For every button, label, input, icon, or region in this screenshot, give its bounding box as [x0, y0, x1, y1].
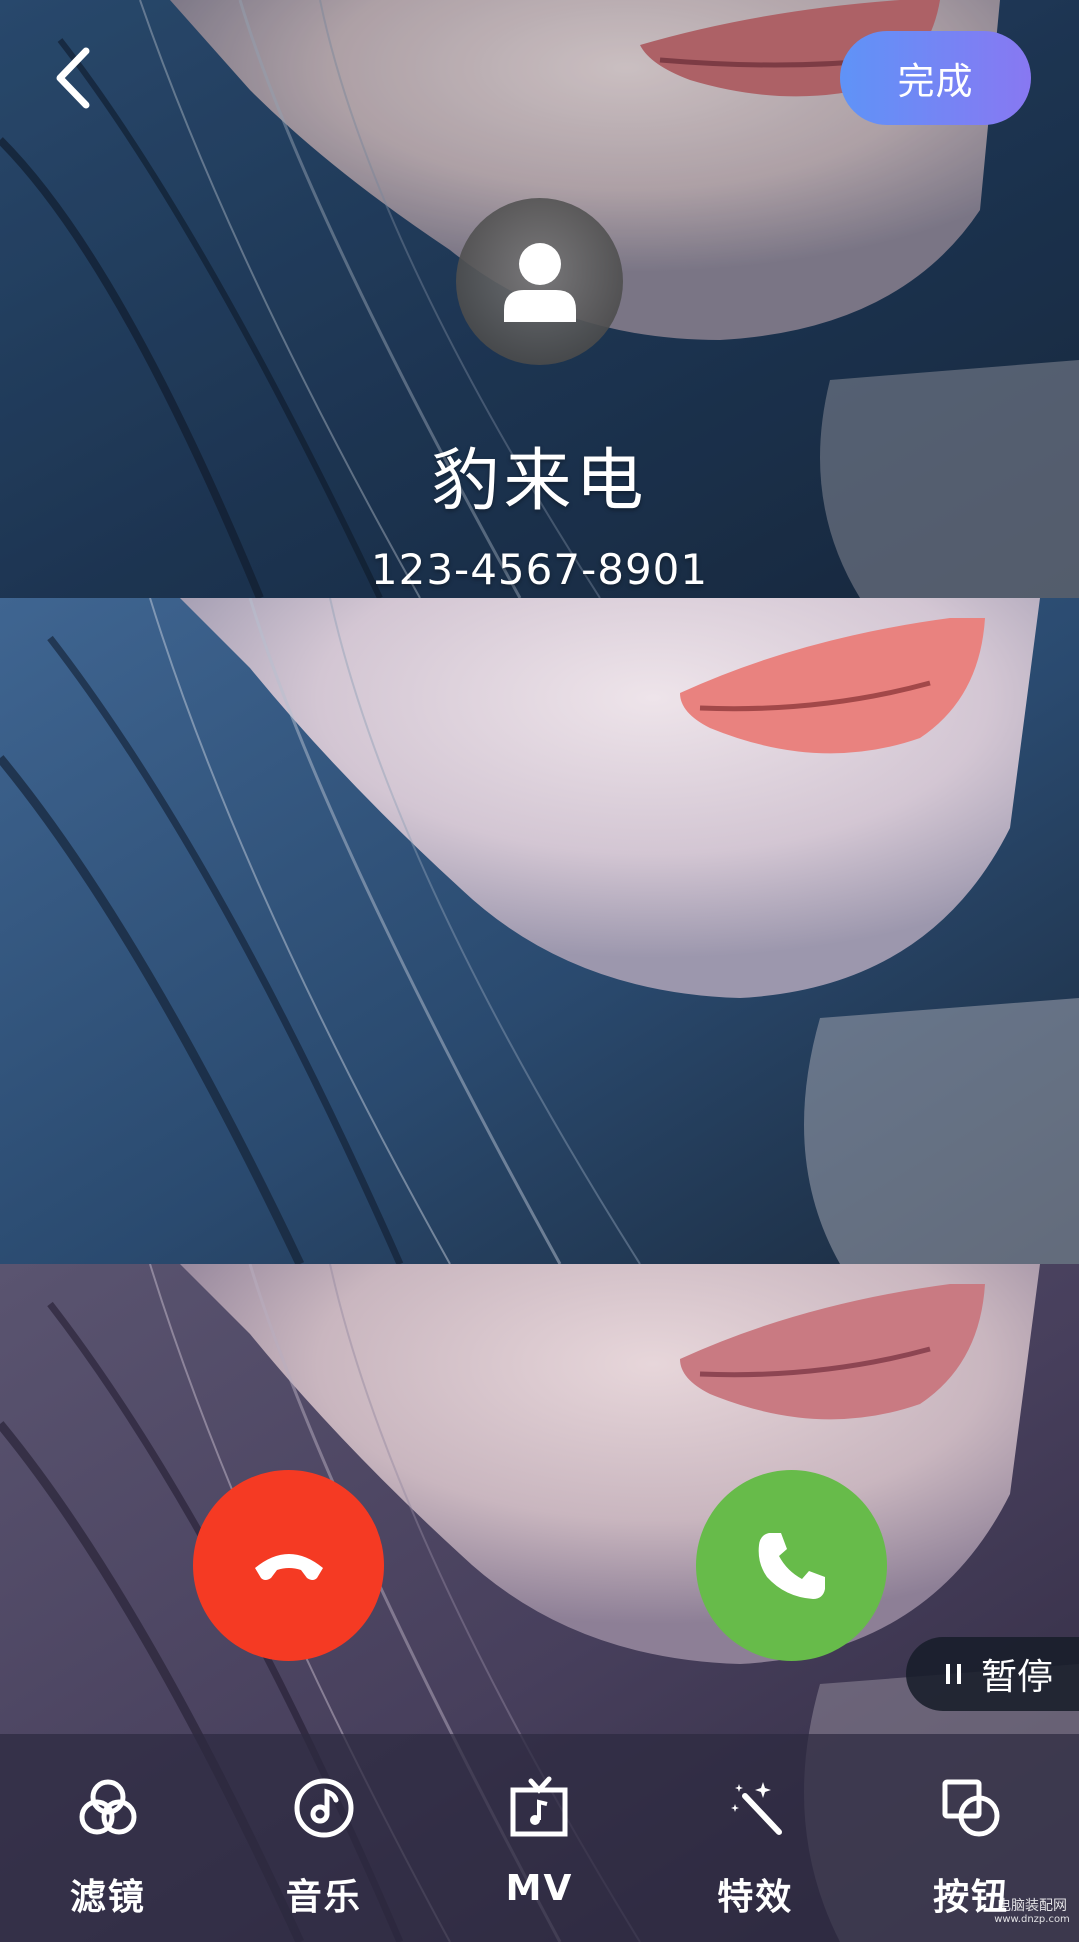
- done-button[interactable]: 完成: [840, 31, 1031, 125]
- caller-avatar: [456, 198, 623, 365]
- chevron-left-icon: [56, 47, 90, 109]
- decline-call-button[interactable]: [193, 1470, 384, 1661]
- back-button[interactable]: [40, 42, 104, 114]
- toolbar-label: 特效: [717, 1877, 794, 1918]
- toolbar-label: 音乐: [285, 1877, 362, 1918]
- bottom-toolbar: 滤镜 音乐 MV 特效 按钮: [0, 1734, 1079, 1942]
- music-icon: [290, 1774, 358, 1842]
- caller-number: 123-4567-8901: [370, 545, 709, 594]
- pause-icon: [946, 1664, 961, 1684]
- mv-icon: [505, 1774, 573, 1842]
- pause-label: 暂停: [981, 1657, 1054, 1698]
- toolbar-item-filter[interactable]: 滤镜: [0, 1734, 216, 1942]
- effects-icon: [721, 1774, 789, 1842]
- toolbar-item-mv[interactable]: MV: [432, 1734, 648, 1942]
- filter-icon: [74, 1774, 142, 1842]
- toolbar-label: MV: [505, 1868, 574, 1909]
- toolbar-item-effects[interactable]: 特效: [647, 1734, 863, 1942]
- site-watermark: 电脑装配网 www.dnzp.com: [985, 1898, 1079, 1926]
- watermark-name: 电脑装配网: [997, 1898, 1067, 1914]
- watermark-url: www.dnzp.com: [994, 1914, 1070, 1926]
- buttons-icon: [937, 1774, 1005, 1842]
- answer-call-button[interactable]: [696, 1470, 887, 1661]
- caller-name: 豹来电: [431, 442, 648, 521]
- user-icon: [503, 242, 576, 322]
- pause-button[interactable]: 暂停: [906, 1637, 1079, 1711]
- toolbar-item-music[interactable]: 音乐: [216, 1734, 432, 1942]
- call-screen-editor: 完成 豹来电 123-4567-8901 暂停 滤镜 音乐 MV 特效 按钮 电…: [0, 0, 1079, 1942]
- video-frame-middle: [0, 598, 1079, 1264]
- toolbar-label: 滤镜: [69, 1877, 146, 1918]
- hang-up-icon: [254, 1553, 323, 1580]
- phone-icon: [758, 1532, 825, 1599]
